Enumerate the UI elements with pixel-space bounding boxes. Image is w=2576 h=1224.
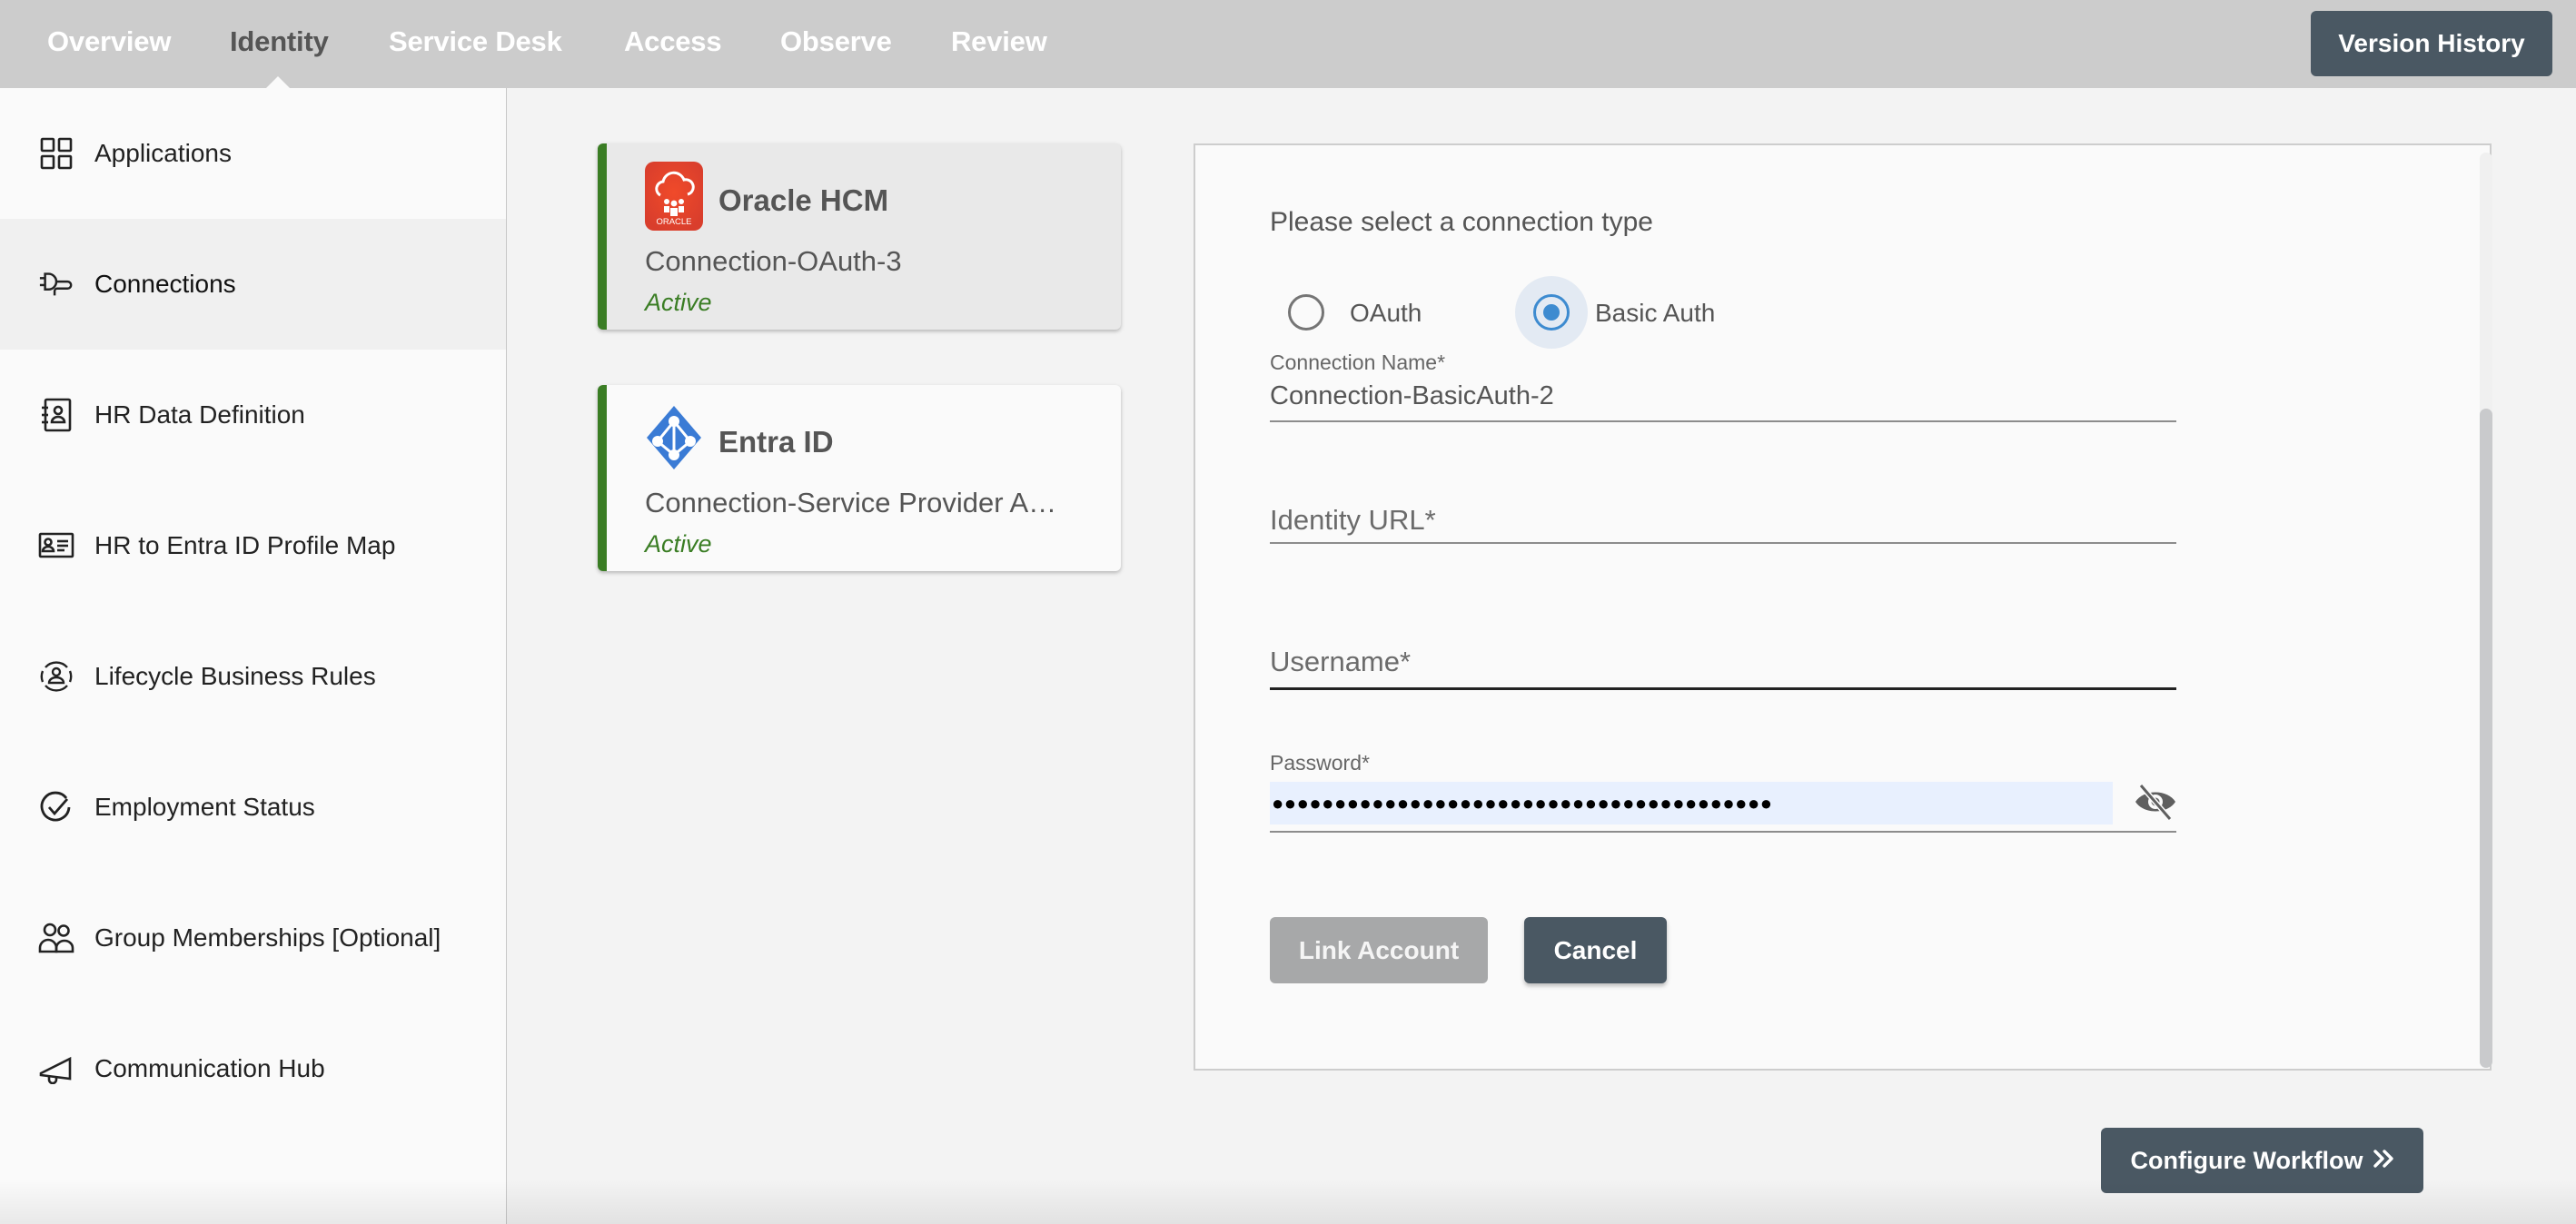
form-title: Please select a connection type bbox=[1270, 207, 1653, 237]
sidebar-item-label: HR Data Definition bbox=[94, 400, 305, 429]
cancel-button[interactable]: Cancel bbox=[1524, 917, 1667, 983]
scrollbar-thumb[interactable] bbox=[2480, 409, 2492, 1068]
group-icon bbox=[38, 920, 74, 956]
check-circle-icon bbox=[38, 789, 74, 825]
password-field[interactable]: Password* ●●●●●●●●●●●●●●●●●●●●●●●●●●●●●●… bbox=[1270, 751, 2176, 842]
sidebar-item-communication-hub[interactable]: Communication Hub bbox=[0, 1003, 506, 1134]
connection-form-panel: Please select a connection type OAuth Ba… bbox=[1194, 143, 2492, 1071]
top-nav-bar: Overview Identity Service Desk Access Ob… bbox=[0, 0, 2576, 89]
card-connection-name: Connection-OAuth-3 bbox=[645, 245, 902, 277]
connection-name-label: Connection Name* bbox=[1270, 350, 1446, 374]
card-title: Entra ID bbox=[718, 425, 834, 459]
radio-label-basic-auth[interactable]: Basic Auth bbox=[1595, 299, 1715, 328]
user-cycle-icon bbox=[38, 658, 74, 695]
radio-label-oauth[interactable]: OAuth bbox=[1350, 299, 1422, 328]
username-placeholder[interactable]: Username* bbox=[1270, 646, 1411, 678]
connection-name-field[interactable]: Connection Name* Connection-BasicAuth-2 bbox=[1270, 350, 2176, 423]
connection-card-entra-id[interactable]: Entra ID Connection-Service Provider A… … bbox=[598, 385, 1121, 571]
id-card-icon bbox=[38, 528, 74, 564]
sidebar-item-hr-to-entra-profile-map[interactable]: HR to Entra ID Profile Map bbox=[0, 480, 506, 611]
sidebar-item-lifecycle-business-rules[interactable]: Lifecycle Business Rules bbox=[0, 611, 506, 742]
tab-observe[interactable]: Observe bbox=[780, 25, 892, 58]
field-underline bbox=[1270, 831, 2176, 833]
card-title: Oracle HCM bbox=[718, 183, 889, 217]
configure-workflow-label: Configure Workflow bbox=[2130, 1146, 2363, 1174]
radio-basic-auth[interactable] bbox=[1533, 294, 1570, 331]
password-label: Password* bbox=[1270, 751, 1370, 775]
sidebar-item-label: Connections bbox=[94, 270, 236, 298]
sidebar-item-label: Employment Status bbox=[94, 793, 315, 821]
megaphone-icon bbox=[38, 1051, 74, 1087]
svg-text:ORACLE: ORACLE bbox=[656, 217, 691, 227]
connection-name-value[interactable]: Connection-BasicAuth-2 bbox=[1270, 381, 1554, 411]
sidebar-item-label: Applications bbox=[94, 139, 232, 167]
identity-url-field[interactable]: Identity URL* bbox=[1270, 504, 2176, 545]
oracle-logo: ORACLE bbox=[645, 162, 703, 231]
tab-overview[interactable]: Overview bbox=[47, 25, 171, 58]
username-field[interactable]: Username* bbox=[1270, 646, 2176, 691]
sidebar-item-label: Lifecycle Business Rules bbox=[94, 662, 376, 690]
tab-review[interactable]: Review bbox=[951, 25, 1047, 58]
double-chevron-right-icon bbox=[2373, 1147, 2394, 1175]
configure-workflow-button[interactable]: Configure Workflow bbox=[2101, 1128, 2423, 1193]
connection-card-oracle-hcm[interactable]: ORACLE Oracle HCM Connection-OAuth-3 Act… bbox=[598, 143, 1121, 330]
grid-icon bbox=[38, 135, 74, 172]
tab-service-desk[interactable]: Service Desk bbox=[389, 25, 562, 58]
identity-url-placeholder[interactable]: Identity URL* bbox=[1270, 504, 1436, 537]
contact-book-icon bbox=[38, 397, 74, 433]
radio-oauth[interactable] bbox=[1288, 294, 1324, 331]
password-input[interactable]: ●●●●●●●●●●●●●●●●●●●●●●●●●●●●●●●●●●●●●●●● bbox=[1270, 782, 2113, 824]
sidebar-item-label: Communication Hub bbox=[94, 1054, 325, 1082]
sidebar-item-employment-status[interactable]: Employment Status bbox=[0, 742, 506, 873]
sidebar-item-label: HR to Entra ID Profile Map bbox=[94, 531, 396, 559]
status-badge: Active bbox=[645, 289, 712, 316]
plug-icon bbox=[38, 266, 74, 302]
active-tab-indicator bbox=[265, 76, 291, 89]
status-badge: Active bbox=[645, 530, 712, 558]
field-underline-focused bbox=[1270, 687, 2176, 690]
entra-id-logo bbox=[645, 403, 703, 472]
tab-access[interactable]: Access bbox=[624, 25, 722, 58]
tab-identity[interactable]: Identity bbox=[230, 25, 329, 58]
version-history-button[interactable]: Version History bbox=[2311, 11, 2552, 76]
sidebar: Applications Connections HR Data Definit… bbox=[0, 88, 507, 1224]
field-underline bbox=[1270, 542, 2176, 544]
sidebar-item-connections[interactable]: Connections bbox=[0, 219, 506, 350]
form-scrollbar[interactable] bbox=[2480, 153, 2492, 1068]
field-underline bbox=[1270, 420, 2176, 422]
sidebar-item-label: Group Memberships [Optional] bbox=[94, 923, 441, 952]
sidebar-item-applications[interactable]: Applications bbox=[0, 88, 506, 219]
link-account-button[interactable]: Link Account bbox=[1270, 917, 1488, 983]
card-connection-name: Connection-Service Provider A… bbox=[645, 487, 1057, 518]
sidebar-item-group-memberships[interactable]: Group Memberships [Optional] bbox=[0, 873, 506, 1003]
eye-off-icon[interactable] bbox=[2133, 779, 2178, 824]
sidebar-item-hr-data-definition[interactable]: HR Data Definition bbox=[0, 350, 506, 480]
